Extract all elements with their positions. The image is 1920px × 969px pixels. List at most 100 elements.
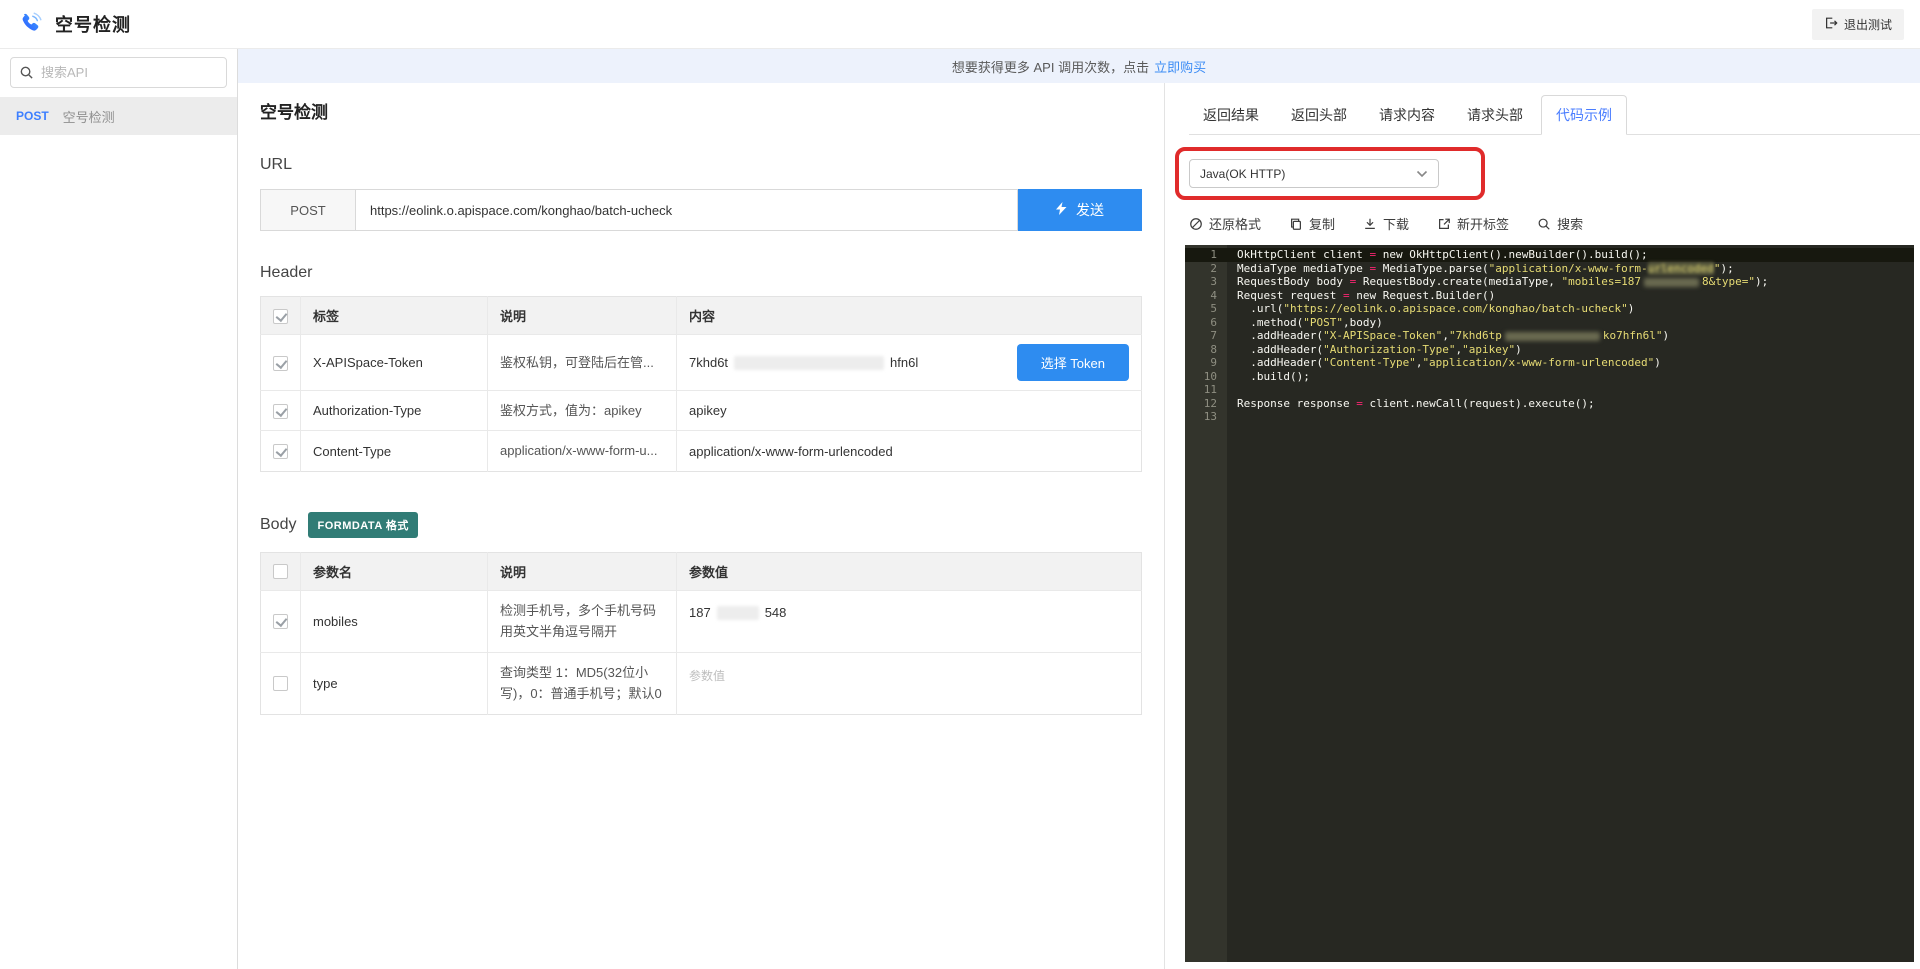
row-checkbox[interactable]: [273, 356, 288, 371]
copy-button[interactable]: 复制: [1289, 214, 1335, 233]
send-label: 发送: [1076, 200, 1104, 220]
header-desc: 鉴权私钥，可登陆后在管...: [488, 335, 677, 391]
tab-return-headers[interactable]: 返回头部: [1277, 96, 1361, 134]
download-button[interactable]: 下载: [1363, 214, 1409, 233]
row-checkbox[interactable]: [273, 614, 288, 629]
new-tab-icon: [1437, 217, 1451, 231]
code-toolbar: 还原格式 复制 下载 新开标签: [1189, 214, 1920, 233]
restore-format-button[interactable]: 还原格式: [1189, 214, 1261, 233]
formdata-badge: FORMDATA 格式: [308, 512, 417, 538]
header-tag: Authorization-Type: [301, 391, 488, 431]
code-search-button[interactable]: 搜索: [1537, 214, 1583, 233]
send-button[interactable]: 发送: [1018, 189, 1142, 231]
quota-notice-bar: 想要获得更多 API 调用次数，点击 立即购买: [238, 49, 1920, 83]
download-icon: [1363, 217, 1377, 231]
body-table: 参数名 说明 参数值 mobiles 检测手机号，多个手机号码用英文半角逗号隔开…: [260, 552, 1142, 715]
table-row: Authorization-Type 鉴权方式，值为：apikey apikey: [261, 391, 1142, 431]
code-line: 11: [1185, 383, 1914, 397]
header-section-label: Header: [260, 264, 1142, 282]
annotation-highlight-box: Java(OK HTTP): [1175, 147, 1485, 200]
param-value[interactable]: 187548: [677, 590, 1142, 652]
test-result-panel: 返回结果 返回头部 请求内容 请求头部 代码示例 Java(OK HTTP): [1165, 83, 1920, 969]
masked-value-block: [734, 356, 884, 370]
chevron-down-icon: [1416, 170, 1428, 178]
param-name: type: [301, 652, 488, 714]
header-value[interactable]: application/x-www-form-urlencoded: [677, 431, 1142, 471]
tab-return-result[interactable]: 返回结果: [1189, 96, 1273, 134]
row-checkbox[interactable]: [273, 404, 288, 419]
tab-code-sample[interactable]: 代码示例: [1541, 95, 1627, 135]
api-search: [10, 57, 227, 88]
header-value[interactable]: apikey: [677, 391, 1142, 431]
code-editor[interactable]: 1OkHttpClient client = new OkHttpClient(…: [1185, 245, 1914, 962]
param-value-placeholder[interactable]: 参数值: [689, 669, 725, 683]
masked-code-block: [1644, 278, 1699, 287]
page-title: 空号检测: [260, 98, 1142, 123]
column-header: 说明: [488, 552, 677, 590]
header-desc: application/x-www-form-u...: [488, 431, 677, 471]
phone-logo-icon: [16, 11, 43, 38]
exit-test-label: 退出测试: [1844, 16, 1892, 33]
table-row: Content-Type application/x-www-form-u...…: [261, 431, 1142, 471]
row-checkbox[interactable]: [273, 444, 288, 459]
logout-icon: [1824, 16, 1838, 33]
copy-icon: [1289, 217, 1303, 231]
code-line: 6 .method("POST",body): [1185, 316, 1914, 330]
choose-token-button[interactable]: 选择 Token: [1017, 344, 1129, 381]
code-line: 4Request request = new Request.Builder(): [1185, 289, 1914, 303]
search-icon: [19, 65, 34, 80]
body-table-head: 参数名 说明 参数值: [261, 552, 1142, 590]
masked-code-block: [1505, 332, 1600, 341]
code-line: 10 .build();: [1185, 370, 1914, 384]
code-line: 7 .addHeader("X-APISpace-Token","7khd6tp…: [1185, 329, 1914, 343]
format-icon: [1189, 217, 1203, 231]
request-config-panel: 空号检测 URL POST 发送 Header: [238, 83, 1165, 969]
url-input[interactable]: [356, 189, 1018, 231]
tab-request-headers[interactable]: 请求头部: [1453, 96, 1537, 134]
token-value[interactable]: 7khd6thfn6l: [689, 355, 918, 371]
sidebar-item-konghao[interactable]: POST 空号检测: [0, 97, 237, 135]
body-section-label: Body: [260, 516, 296, 534]
language-select[interactable]: Java(OK HTTP): [1189, 159, 1439, 188]
code-line: 2MediaType mediaType = MediaType.parse("…: [1185, 262, 1914, 276]
open-new-tab-button[interactable]: 新开标签: [1437, 214, 1509, 233]
param-name: mobiles: [301, 590, 488, 652]
exit-test-button[interactable]: 退出测试: [1812, 9, 1904, 40]
masked-value-block: [717, 606, 759, 620]
buy-now-link[interactable]: 立即购买: [1154, 57, 1206, 76]
bolt-icon: [1056, 202, 1067, 218]
sidebar-item-label: 空号检测: [63, 107, 115, 126]
header-table-head: 标签 说明 内容: [261, 297, 1142, 335]
app-title: 空号检测: [55, 11, 131, 37]
column-header: 标签: [301, 297, 488, 335]
method-badge: POST: [16, 109, 49, 123]
top-bar: 空号检测 退出测试: [0, 0, 1920, 49]
app-window: 空号检测 退出测试 POST 空号检测: [0, 0, 1920, 969]
code-line: 9 .addHeader("Content-Type","application…: [1185, 356, 1914, 370]
select-all-headers-checkbox[interactable]: [273, 309, 288, 324]
tab-request-content[interactable]: 请求内容: [1365, 96, 1449, 134]
param-desc: 查询类型 1：MD5(32位小写)，0：普通手机号；默认0: [488, 652, 677, 714]
http-method-box: POST: [260, 189, 356, 231]
url-row: POST 发送: [260, 189, 1142, 231]
header-desc: 鉴权方式，值为：apikey: [488, 391, 677, 431]
quota-notice-text: 想要获得更多 API 调用次数，点击: [952, 57, 1149, 76]
param-desc: 检测手机号，多个手机号码用英文半角逗号隔开: [488, 590, 677, 652]
search-input[interactable]: [10, 57, 227, 88]
header-tag: Content-Type: [301, 431, 488, 471]
column-header: 说明: [488, 297, 677, 335]
code-line: 12Response response = client.newCall(req…: [1185, 397, 1914, 411]
api-sidebar: POST 空号检测: [0, 49, 238, 969]
code-line: 5 .url("https://eolink.o.apispace.com/ko…: [1185, 302, 1914, 316]
header-table: 标签 说明 内容 X-APISpace-Token 鉴权私钥，可登陆后在管...: [260, 296, 1142, 472]
column-header: 参数值: [677, 552, 1142, 590]
url-section-label: URL: [260, 156, 1142, 174]
search-icon: [1537, 217, 1551, 231]
column-header: 内容: [677, 297, 1142, 335]
code-line: 1OkHttpClient client = new OkHttpClient(…: [1185, 248, 1914, 262]
table-row: X-APISpace-Token 鉴权私钥，可登陆后在管... 7khd6thf…: [261, 335, 1142, 391]
row-checkbox[interactable]: [273, 676, 288, 691]
code-line: 8 .addHeader("Authorization-Type","apike…: [1185, 343, 1914, 357]
select-all-params-checkbox[interactable]: [273, 564, 288, 579]
result-tabs: 返回结果 返回头部 请求内容 请求头部 代码示例: [1189, 95, 1920, 135]
